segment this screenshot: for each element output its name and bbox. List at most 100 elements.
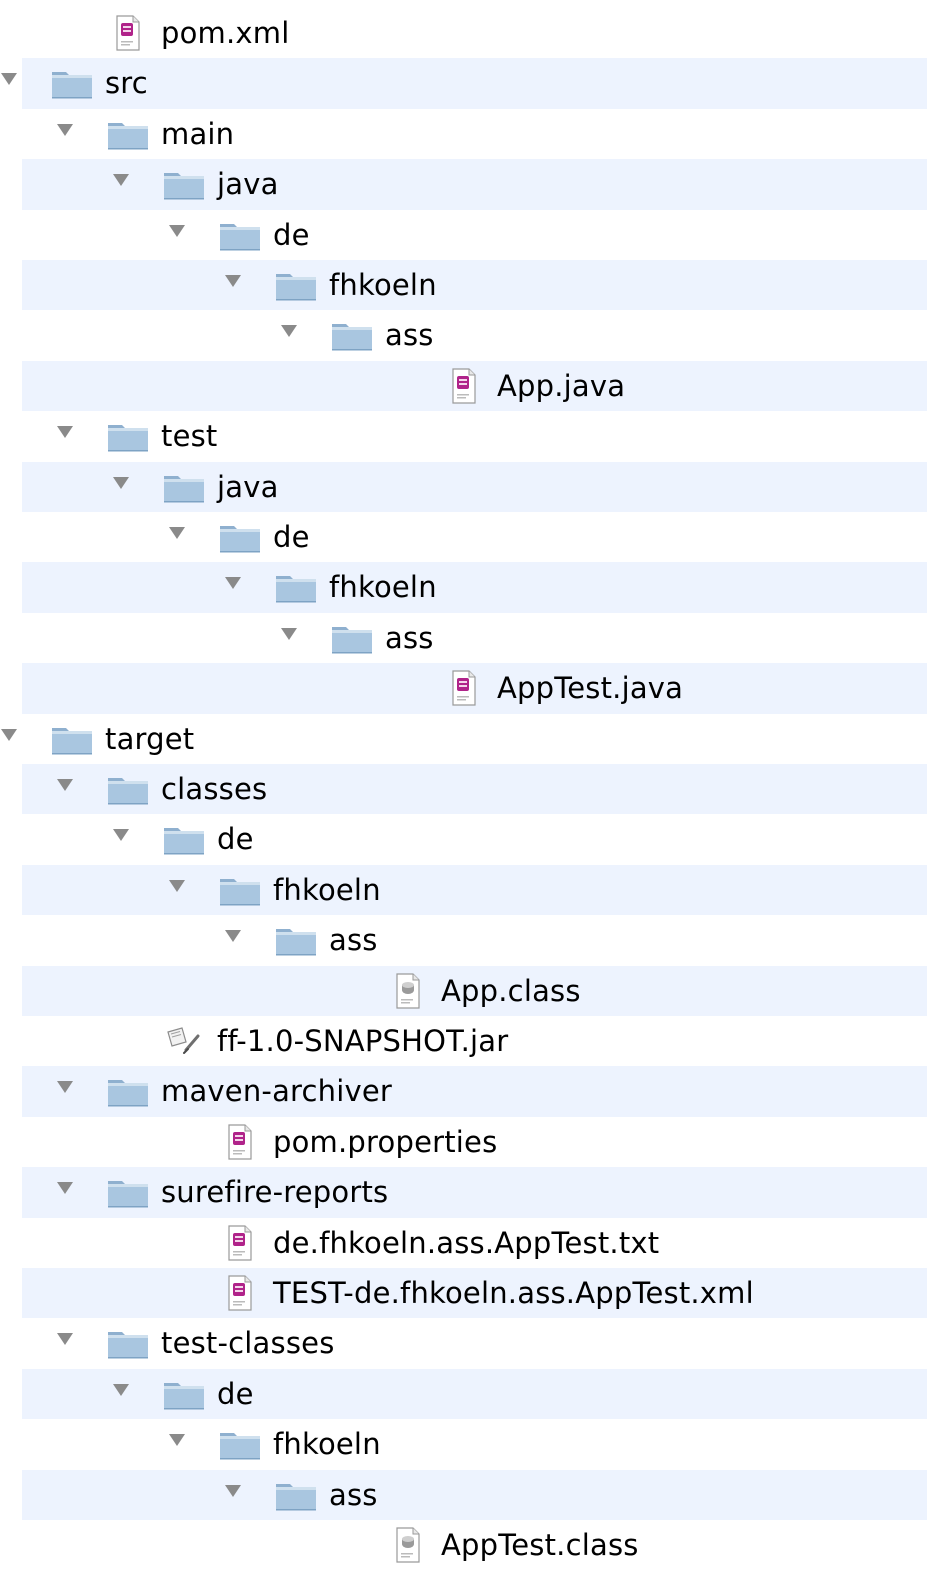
folder-icon — [329, 315, 375, 355]
tree-folder-row-de[interactable]: de — [22, 210, 927, 260]
disclosure-triangle-icon[interactable] — [0, 728, 18, 742]
tree-file-row-app-class[interactable]: App.class — [22, 965, 927, 1016]
tree-item-label: de — [217, 1376, 254, 1411]
disclosure-triangle-icon[interactable] — [112, 1383, 130, 1397]
tree-folder-row-test-classes[interactable]: test-classes — [22, 1318, 927, 1368]
disclosure-triangle-icon[interactable] — [56, 123, 74, 137]
folder-icon — [105, 769, 151, 809]
tree-folder-row-java[interactable]: java — [22, 461, 927, 512]
java-file-icon — [441, 668, 487, 708]
disclosure-triangle-icon[interactable] — [224, 929, 242, 943]
tree-file-row-app-java[interactable]: App.java — [22, 360, 927, 412]
tree-folder-row-java[interactable]: java — [22, 159, 927, 210]
disclosure-triangle-icon[interactable] — [56, 778, 74, 792]
disclosure-triangle-icon[interactable] — [0, 72, 18, 86]
folder-icon — [217, 870, 263, 910]
disclosure-triangle-icon[interactable] — [168, 1433, 186, 1447]
tree-folder-row-ass[interactable]: ass — [22, 613, 927, 663]
folder-icon — [105, 114, 151, 154]
disclosure-triangle-icon[interactable] — [280, 627, 298, 641]
tree-folder-row-fhkoeln[interactable]: fhkoeln — [22, 260, 927, 311]
tree-item-label: classes — [161, 772, 268, 806]
tree-file-row-test-de-fhkoeln-ass-apptest-xml[interactable]: TEST-de.fhkoeln.ass.AppTest.xml — [22, 1268, 927, 1319]
tree-file-row-pom-xml[interactable]: pom.xml — [22, 8, 927, 58]
folder-icon — [217, 1424, 263, 1464]
tree-folder-row-main[interactable]: main — [22, 109, 927, 159]
tree-item-label: de — [273, 217, 310, 252]
folder-icon — [161, 819, 207, 859]
jar-file-icon — [161, 1021, 207, 1061]
tree-item-label: test-classes — [161, 1326, 335, 1361]
folder-icon — [273, 920, 319, 960]
disclosure-triangle-icon[interactable] — [112, 476, 130, 490]
tree-item-label: App.java — [497, 368, 626, 403]
text-file-icon — [217, 1223, 263, 1263]
tree-folder-row-de[interactable]: de — [22, 814, 927, 864]
disclosure-triangle-icon[interactable] — [224, 1484, 242, 1498]
tree-folder-row-ass[interactable]: ass — [22, 1469, 927, 1520]
tree-folder-row-ass[interactable]: ass — [22, 915, 927, 965]
tree-item-label: pom.properties — [273, 1124, 498, 1159]
class-file-icon — [385, 971, 431, 1011]
tree-folder-row-ass[interactable]: ass — [22, 310, 927, 360]
disclosure-triangle-icon[interactable] — [112, 173, 130, 187]
tree-item-label: TEST-de.fhkoeln.ass.AppTest.xml — [273, 1276, 754, 1310]
folder-icon — [217, 517, 263, 557]
folder-icon — [329, 618, 375, 658]
tree-item-label: ass — [329, 1477, 378, 1512]
disclosure-triangle-icon[interactable] — [224, 274, 242, 288]
tree-folder-row-src[interactable]: src — [1, 58, 927, 109]
class-file-icon — [385, 1525, 431, 1565]
tree-folder-row-classes[interactable]: classes — [22, 764, 927, 815]
tree-item-label: de — [217, 822, 254, 857]
tree-item-label: pom.xml — [161, 16, 290, 50]
tree-item-label: AppTest.class — [441, 1528, 639, 1562]
tree-item-label: ass — [385, 620, 434, 655]
tree-folder-row-fhkoeln[interactable]: fhkoeln — [22, 1419, 927, 1469]
tree-file-row-ff-1-0-snapshot-jar[interactable]: ff-1.0-SNAPSHOT.jar — [22, 1016, 927, 1066]
folder-icon — [105, 1071, 151, 1111]
tree-item-label: fhkoeln — [329, 268, 437, 302]
tree-file-row-apptest-class[interactable]: AppTest.class — [22, 1520, 927, 1570]
tree-folder-row-test[interactable]: test — [22, 411, 927, 461]
folder-icon — [273, 265, 319, 305]
disclosure-triangle-icon[interactable] — [224, 576, 242, 590]
tree-folder-row-fhkoeln[interactable]: fhkoeln — [22, 562, 927, 613]
disclosure-triangle-icon[interactable] — [56, 425, 74, 439]
folder-icon — [105, 1323, 151, 1363]
tree-item-label: ass — [329, 923, 378, 958]
file-tree: pom.xml src main java de fhkoeln ass App.java te… — [0, 0, 933, 1576]
tree-file-row-de-fhkoeln-ass-apptest-txt[interactable]: de.fhkoeln.ass.AppTest.txt — [22, 1218, 927, 1268]
disclosure-triangle-icon[interactable] — [168, 879, 186, 893]
disclosure-triangle-icon[interactable] — [56, 1332, 74, 1346]
tree-item-label: src — [105, 66, 148, 101]
tree-folder-row-target[interactable]: target — [1, 714, 927, 764]
tree-item-label: maven-archiver — [161, 1074, 393, 1109]
xml-file-icon — [217, 1273, 263, 1313]
tree-item-label: AppTest.java — [497, 671, 684, 706]
tree-folder-row-maven-archiver[interactable]: maven-archiver — [22, 1066, 927, 1117]
tree-item-label: fhkoeln — [273, 1427, 381, 1462]
tree-file-row-pom-properties[interactable]: pom.properties — [22, 1117, 927, 1167]
folder-icon — [161, 164, 207, 204]
disclosure-triangle-icon[interactable] — [56, 1181, 74, 1195]
tree-folder-row-surefire-reports[interactable]: surefire-reports — [22, 1167, 927, 1218]
tree-item-label: main — [161, 116, 235, 151]
disclosure-triangle-icon[interactable] — [168, 224, 186, 238]
tree-file-row-apptest-java[interactable]: AppTest.java — [22, 663, 927, 714]
properties-file-icon — [217, 1122, 263, 1162]
disclosure-triangle-icon[interactable] — [56, 1080, 74, 1094]
tree-folder-row-de[interactable]: de — [22, 1368, 927, 1420]
tree-folder-row-fhkoeln[interactable]: fhkoeln — [22, 864, 927, 916]
folder-icon — [161, 1374, 207, 1414]
tree-item-label: de — [273, 520, 310, 554]
xml-file-icon — [105, 13, 151, 53]
disclosure-triangle-icon[interactable] — [112, 828, 130, 842]
tree-item-label: surefire-reports — [161, 1175, 389, 1210]
tree-folder-row-de[interactable]: de — [22, 512, 927, 562]
folder-icon — [273, 567, 319, 607]
tree-item-label: target — [105, 721, 195, 756]
disclosure-triangle-icon[interactable] — [168, 526, 186, 540]
disclosure-triangle-icon[interactable] — [280, 324, 298, 338]
folder-icon — [49, 719, 95, 759]
